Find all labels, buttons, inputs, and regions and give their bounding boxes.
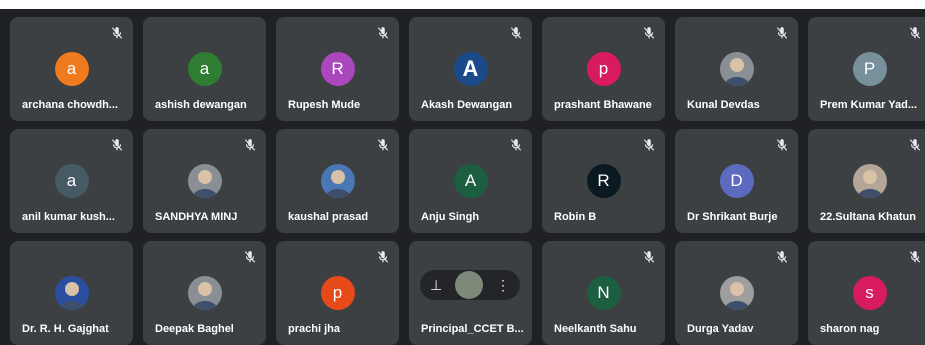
participant-name: ashish dewangan — [155, 99, 247, 111]
participant-tile[interactable]: A Anju Singh — [409, 129, 532, 233]
mic-off-icon — [775, 26, 789, 40]
avatar — [852, 164, 887, 198]
mic-off-icon — [775, 138, 789, 152]
participant-name: 22.Sultana Khatun — [820, 211, 916, 223]
participant-tile[interactable]: 22.Sultana Khatun — [808, 129, 925, 233]
mic-off-icon — [642, 26, 656, 40]
avatar: R — [320, 52, 355, 86]
participant-tile[interactable]: ⊥ ⋮ Principal_CCET B... — [409, 241, 532, 345]
participant-name: Dr Shrikant Burje — [687, 211, 778, 223]
participant-tile[interactable]: N Neelkanth Sahu — [542, 241, 665, 345]
avatar: R — [586, 164, 621, 198]
participant-name: Prem Kumar Yad... — [820, 99, 918, 111]
avatar — [54, 276, 89, 310]
mic-off-icon — [509, 26, 523, 40]
participant-tile[interactable]: A Akash Dewangan — [409, 17, 532, 121]
participant-name: Anju Singh — [421, 211, 480, 223]
participant-tile[interactable]: s sharon nag — [808, 241, 925, 345]
avatar: A — [453, 164, 488, 198]
participant-tile[interactable]: a ashish dewangan — [143, 17, 266, 121]
participant-name: Akash Dewangan — [421, 99, 513, 111]
mic-off-icon — [908, 250, 922, 264]
mic-off-icon — [376, 250, 390, 264]
participant-name: SANDHYA MINJ — [155, 211, 238, 223]
avatar: a — [54, 52, 89, 86]
participant-name: prachi jha — [288, 323, 340, 335]
mic-off-icon — [642, 250, 656, 264]
participant-name: Principal_CCET B... — [421, 323, 524, 335]
participant-tile[interactable]: SANDHYA MINJ — [143, 129, 266, 233]
avatar: s — [852, 276, 887, 310]
participant-tile[interactable]: p prachi jha — [276, 241, 399, 345]
mic-off-icon — [775, 250, 789, 264]
participant-tile[interactable]: Dr. R. H. Gajghat — [10, 241, 133, 345]
participant-name: prashant Bhawane — [554, 99, 652, 111]
mic-off-icon — [243, 138, 257, 152]
avatar — [187, 164, 222, 198]
participant-name: Kunal Devdas — [687, 99, 760, 111]
participant-tile[interactable]: D Dr Shrikant Burje — [675, 129, 798, 233]
participant-tile[interactable]: R Robin B — [542, 129, 665, 233]
participant-name: Deepak Baghel — [155, 323, 234, 335]
avatar: a — [54, 164, 89, 198]
tile-hover-controls: ⊥ ⋮ — [420, 270, 520, 300]
participant-grid: a archana chowdh... a ashish dewangan R Rupes… — [10, 17, 925, 345]
mic-off-icon — [110, 138, 124, 152]
mic-off-icon — [908, 138, 922, 152]
avatar: p — [586, 52, 621, 86]
avatar — [187, 276, 222, 310]
avatar — [719, 52, 754, 86]
participant-name: Durga Yadav — [687, 323, 754, 335]
avatar: N — [586, 276, 621, 310]
participant-tile[interactable]: R Rupesh Mude — [276, 17, 399, 121]
avatar — [719, 276, 754, 310]
participant-tile[interactable]: a anil kumar kush... — [10, 129, 133, 233]
participant-name: sharon nag — [820, 323, 880, 335]
avatar: p — [320, 276, 355, 310]
participant-tile[interactable]: P Prem Kumar Yad... — [808, 17, 925, 121]
mic-off-icon — [908, 26, 922, 40]
participant-name: archana chowdh... — [22, 99, 118, 111]
top-edge — [0, 0, 925, 9]
avatar — [320, 164, 355, 198]
more-vert-icon[interactable]: ⋮ — [496, 277, 510, 294]
pin-icon[interactable]: ⊥ — [430, 277, 442, 294]
mic-off-icon — [110, 26, 124, 40]
mic-off-icon — [376, 26, 390, 40]
mic-off-icon — [376, 138, 390, 152]
mic-off-icon — [243, 250, 257, 264]
mic-off-icon — [642, 138, 656, 152]
participant-name: anil kumar kush... — [22, 211, 115, 223]
participant-name: Robin B — [554, 211, 597, 223]
avatar — [455, 271, 484, 299]
participant-tile[interactable]: Deepak Baghel — [143, 241, 266, 345]
participant-name: Neelkanth Sahu — [554, 323, 637, 335]
avatar: A — [453, 52, 488, 86]
avatar: a — [187, 52, 222, 86]
avatar: D — [719, 164, 754, 198]
avatar: P — [852, 52, 887, 86]
participant-tile[interactable]: kaushal prasad — [276, 129, 399, 233]
participant-name: Rupesh Mude — [288, 99, 361, 111]
mic-off-icon — [509, 138, 523, 152]
participant-name: kaushal prasad — [288, 211, 369, 223]
participant-tile[interactable]: p prashant Bhawane — [542, 17, 665, 121]
participant-tile[interactable]: a archana chowdh... — [10, 17, 133, 121]
participant-tile[interactable]: Kunal Devdas — [675, 17, 798, 121]
participant-name: Dr. R. H. Gajghat — [22, 323, 109, 335]
participant-tile[interactable]: Durga Yadav — [675, 241, 798, 345]
